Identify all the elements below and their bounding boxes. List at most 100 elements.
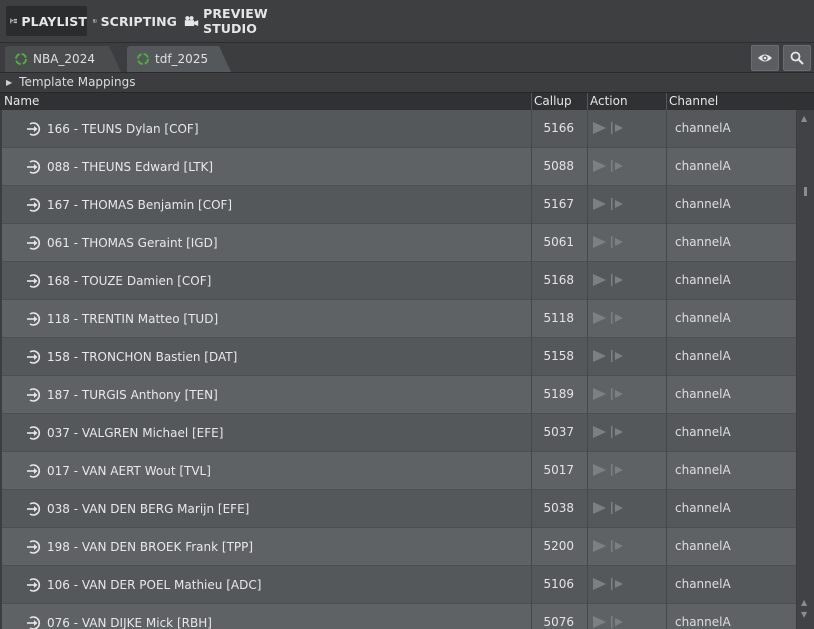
take-in-icon <box>27 122 41 136</box>
row-name-cell: 038 - VAN DEN BERG Marijn [EFE] <box>26 501 249 517</box>
table-row[interactable]: 158 - TRONCHON Bastien [DAT] 5158 channelA <box>2 338 796 376</box>
table-row[interactable]: 038 - VAN DEN BERG Marijn [EFE] 5038 chann… <box>2 490 796 528</box>
step-play-icon[interactable] <box>610 197 624 211</box>
scripting-button[interactable]: SCRIPTING <box>93 6 177 36</box>
row-channel: channelA <box>675 235 731 249</box>
take-in-icon <box>27 616 41 629</box>
tab-nba-2024[interactable]: NBA_2024 <box>5 46 121 72</box>
row-action-cell <box>591 577 624 591</box>
take-in-icon <box>27 578 41 592</box>
step-play-icon[interactable] <box>610 235 624 249</box>
step-play-icon[interactable] <box>610 387 624 401</box>
scroll-down-arrow-icon[interactable]: ▼ <box>801 610 807 619</box>
table-row[interactable]: 187 - TURGIS Anthony [TEN] 5189 channelA <box>2 376 796 414</box>
row-action-cell <box>591 425 624 439</box>
cell-divider <box>587 490 588 528</box>
table-row[interactable]: 037 - VALGREN Michael [EFE] 5037 channelA <box>2 414 796 452</box>
row-name: 158 - TRONCHON Bastien [DAT] <box>47 350 238 364</box>
table-header: Name Callup Action Channel <box>0 92 814 110</box>
table-row[interactable]: 106 - VAN DER POEL Mathieu [ADC] 5106 chan… <box>2 566 796 604</box>
vertical-scrollbar[interactable]: ▲ ▲ ▼ <box>797 110 814 629</box>
scrollbar-thumb[interactable] <box>804 187 807 196</box>
playlist-button[interactable]: PLAYLIST <box>6 6 87 36</box>
cell-divider <box>666 414 667 452</box>
scroll-up-arrow-icon[interactable]: ▲ <box>801 114 807 123</box>
preview-studio-button[interactable]: PREVIEW STUDIO <box>184 6 306 36</box>
cell-divider <box>587 452 588 490</box>
column-name-header[interactable]: Name <box>4 94 39 108</box>
row-callup: 5076 <box>543 615 574 629</box>
visibility-button[interactable] <box>751 45 779 71</box>
step-play-icon[interactable] <box>610 463 624 477</box>
row-callup: 5118 <box>543 311 574 325</box>
step-play-icon[interactable] <box>610 615 624 629</box>
play-icon[interactable] <box>591 235 607 249</box>
play-icon[interactable] <box>591 273 607 287</box>
table-row[interactable]: 168 - TOUZE Damien [COF] 5168 channelA <box>2 262 796 300</box>
column-action-header[interactable]: Action <box>590 94 628 108</box>
play-icon[interactable] <box>591 311 607 325</box>
play-icon[interactable] <box>591 349 607 363</box>
step-play-icon[interactable] <box>610 501 624 515</box>
cell-divider <box>666 300 667 338</box>
column-channel-header[interactable]: Channel <box>669 94 718 108</box>
tab-label: NBA_2024 <box>33 52 95 66</box>
cell-divider <box>666 148 667 186</box>
step-play-icon[interactable] <box>610 349 624 363</box>
row-name: 088 - THEUNS Edward [LTK] <box>47 160 214 174</box>
row-name: 106 - VAN DER POEL Mathieu [ADC] <box>47 578 262 592</box>
play-icon[interactable] <box>591 501 607 515</box>
play-icon[interactable] <box>591 197 607 211</box>
play-icon[interactable] <box>591 159 607 173</box>
row-name-cell: 198 - VAN DEN BROEK Frank [TPP] <box>26 539 253 555</box>
tab-bar: NBA_2024 tdf_2025 <box>0 43 814 73</box>
tab-label: tdf_2025 <box>155 52 209 66</box>
cell-divider <box>666 376 667 414</box>
take-in-icon <box>27 426 41 440</box>
table-row[interactable]: 166 - TEUNS Dylan [COF] 5166 channelA <box>2 110 796 148</box>
row-channel: channelA <box>675 311 731 325</box>
play-icon[interactable] <box>591 121 607 135</box>
column-divider[interactable] <box>531 93 532 110</box>
cell-divider <box>587 224 588 262</box>
step-play-icon[interactable] <box>610 121 624 135</box>
row-channel: channelA <box>675 159 731 173</box>
table-row[interactable]: 017 - VAN AERT Wout [TVL] 5017 channelA <box>2 452 796 490</box>
table-row[interactable]: 198 - VAN DEN BROEK Frank [TPP] 5200 chann… <box>2 528 796 566</box>
column-callup-header[interactable]: Callup <box>534 94 572 108</box>
play-icon[interactable] <box>591 539 607 553</box>
step-play-icon[interactable] <box>610 425 624 439</box>
step-play-icon[interactable] <box>610 539 624 553</box>
template-mappings-toggle[interactable]: ▶ Template Mappings <box>0 73 814 91</box>
play-icon[interactable] <box>591 387 607 401</box>
cell-divider <box>666 452 667 490</box>
search-button[interactable] <box>783 45 811 71</box>
table-row[interactable]: 088 - THEUNS Edward [LTK] 5088 channelA <box>2 148 796 186</box>
table-row[interactable]: 061 - THOMAS Geraint [IGD] 5061 channelA <box>2 224 796 262</box>
table-row[interactable]: 076 - VAN DIJKE Mick [RBH] 5076 channelA <box>2 604 796 629</box>
play-icon[interactable] <box>591 463 607 477</box>
row-callup: 5061 <box>543 235 574 249</box>
cell-divider <box>666 224 667 262</box>
row-action-cell <box>591 387 624 401</box>
play-icon[interactable] <box>591 577 607 591</box>
column-divider[interactable] <box>587 93 588 110</box>
row-action-cell <box>591 349 624 363</box>
playlist-label: PLAYLIST <box>21 13 87 29</box>
play-icon[interactable] <box>591 615 607 629</box>
table-row[interactable]: 167 - THOMAS Benjamin [COF] 5167 channelA <box>2 186 796 224</box>
row-name-cell: 158 - TRONCHON Bastien [DAT] <box>26 349 237 365</box>
step-play-icon[interactable] <box>610 311 624 325</box>
step-play-icon[interactable] <box>610 273 624 287</box>
table-row[interactable]: 118 - TRENTIN Matteo [TUD] 5118 channelA <box>2 300 796 338</box>
cell-divider <box>587 566 588 604</box>
scroll-down-arrow-icon[interactable]: ▲ <box>801 598 807 607</box>
row-name: 187 - TURGIS Anthony [TEN] <box>47 388 218 402</box>
tab-tdf-2025[interactable]: tdf_2025 <box>127 46 231 72</box>
column-divider[interactable] <box>666 93 667 110</box>
row-action-cell <box>591 311 624 325</box>
step-play-icon[interactable] <box>610 159 624 173</box>
row-channel: channelA <box>675 273 731 287</box>
play-icon[interactable] <box>591 425 607 439</box>
step-play-icon[interactable] <box>610 577 624 591</box>
